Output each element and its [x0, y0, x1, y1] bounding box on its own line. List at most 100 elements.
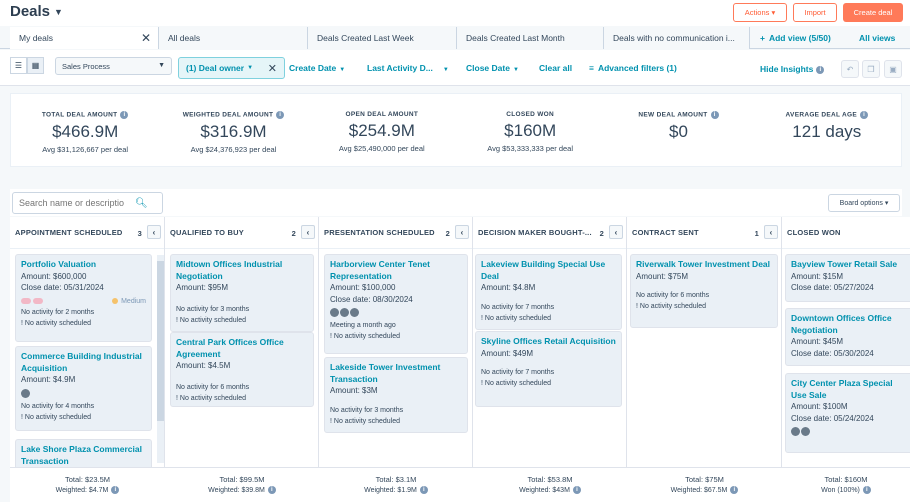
close-date-label: Close date:	[21, 283, 62, 292]
scrollbar-thumb[interactable]	[157, 261, 164, 421]
close-icon[interactable]: ✕	[268, 62, 277, 75]
deal-card[interactable]: Lake Shore Plaza Commercial Transaction	[15, 439, 152, 467]
list-view-icon[interactable]: ☰	[10, 57, 27, 74]
deal-name[interactable]: City Center Plaza Special Use Sale	[791, 378, 907, 401]
deal-card[interactable]: Riverwalk Tower Investment Deal Amount: …	[630, 254, 778, 328]
total-amount: Total: $75M	[685, 475, 724, 484]
deal-card[interactable]: Skyline Offices Retail Acquisition Amoun…	[475, 331, 622, 407]
activity-note: ! No activity scheduled	[21, 319, 92, 327]
activity-note: ! No activity scheduled	[636, 303, 707, 310]
deal-name[interactable]: Central Park Offices Office Agreement	[176, 337, 308, 360]
collapse-chevron-icon[interactable]: ‹	[147, 225, 161, 239]
hide-insights-button[interactable]: Hide Insights i	[760, 64, 825, 74]
tab-label: Deals Created Last Month	[466, 33, 565, 43]
plus-icon: +	[760, 33, 765, 43]
weighted-amount: Won (100%)	[821, 487, 860, 494]
amount-label: Amount:	[176, 283, 206, 292]
tab-my-deals[interactable]: My deals ✕	[10, 27, 159, 49]
clear-all-link[interactable]: Clear all	[539, 63, 572, 73]
deal-amount: $49M	[513, 348, 534, 358]
tab-all-deals[interactable]: All deals	[159, 27, 308, 49]
info-icon[interactable]: i	[419, 486, 428, 495]
save-icon[interactable]: ▣	[884, 60, 902, 78]
info-icon[interactable]: i	[276, 111, 285, 119]
column-count: 2	[599, 229, 604, 238]
deal-card[interactable]: Commerce Building Industrial Acquisition…	[15, 346, 152, 431]
column-total: Total: $53.8M Weighted: $43M i	[473, 474, 627, 496]
pipeline-board: APPOINTMENT SCHEDULED 3 ‹ Portfolio Valu…	[10, 217, 910, 467]
close-date-filter[interactable]: Close Date ▼	[466, 63, 519, 73]
info-icon[interactable]: i	[120, 111, 129, 119]
all-views-link[interactable]: All views	[859, 27, 895, 49]
deal-amount: $100,000	[362, 283, 396, 292]
deal-card[interactable]: Bayview Tower Retail Sale Amount: $15M C…	[785, 254, 910, 302]
info-icon[interactable]: i	[730, 486, 739, 495]
deal-name[interactable]: Downtown Offices Office Negotiation	[791, 313, 907, 336]
deal-card[interactable]: Lakeside Tower Investment Transaction Am…	[324, 357, 468, 433]
deal-name[interactable]: Bayview Tower Retail Sale	[791, 259, 907, 271]
deal-card[interactable]: Portfolio Valuation Amount: $600,000 Clo…	[15, 254, 152, 342]
activity-note: No activity for 6 months	[636, 292, 710, 299]
collapse-chevron-icon[interactable]: ‹	[301, 225, 315, 239]
weighted-amount: Weighted: $39.8M	[208, 487, 265, 494]
activity-note: ! No activity scheduled	[330, 417, 401, 425]
actions-button[interactable]: Actions ▾	[733, 3, 787, 22]
deal-amount: $3M	[362, 386, 378, 395]
deal-name[interactable]: Lake Shore Plaza Commercial Transaction	[21, 444, 146, 467]
page-title[interactable]: Deals ▼	[10, 3, 63, 20]
pipeline-select[interactable]: Sales Process ▼	[55, 57, 172, 75]
info-icon[interactable]: i	[572, 486, 581, 495]
info-icon[interactable]: i	[111, 486, 120, 495]
last-activity-filter[interactable]: Last Activity D... ▼	[367, 63, 449, 73]
search-input[interactable]	[13, 198, 135, 208]
tab-deals-created-last-week[interactable]: Deals Created Last Week	[308, 27, 457, 49]
deal-name[interactable]: Portfolio Valuation	[21, 259, 146, 271]
column-title: PRESENTATION SCHEDULED	[324, 228, 435, 237]
activity-note: No activity for 4 months	[21, 402, 95, 410]
add-view-button[interactable]: + Add view (5/50)	[760, 27, 831, 49]
deal-name[interactable]: Lakeside Tower Investment Transaction	[330, 362, 462, 385]
column-scrollbar[interactable]	[157, 255, 164, 463]
deal-name[interactable]: Midtown Offices Industrial Negotiation	[176, 259, 308, 282]
create-date-filter[interactable]: Create Date ▼	[289, 63, 345, 73]
collapse-chevron-icon[interactable]: ‹	[764, 225, 778, 239]
deal-card[interactable]: Central Park Offices Office Agreement Am…	[170, 332, 314, 407]
view-tabs: My deals ✕ All deals Deals Created Last …	[0, 27, 910, 49]
deal-card[interactable]: Downtown Offices Office Negotiation Amou…	[785, 308, 910, 366]
collapse-chevron-icon[interactable]: ‹	[609, 225, 623, 239]
tab-deals-no-communication[interactable]: Deals with no communication i...	[604, 27, 750, 49]
import-button[interactable]: Import	[793, 3, 837, 22]
deal-name[interactable]: Harborview Center Tenet Representation	[330, 259, 462, 282]
info-icon[interactable]: i	[267, 486, 276, 495]
amount-label: Amount:	[176, 361, 206, 370]
close-date-label: Close date:	[791, 283, 832, 292]
chevron-down-icon: ▼	[54, 6, 63, 17]
column-count: 2	[291, 229, 296, 238]
deal-card[interactable]: City Center Plaza Special Use Sale Amoun…	[785, 373, 910, 453]
deal-name[interactable]: Riverwalk Tower Investment Deal	[636, 259, 772, 271]
deal-owner-filter[interactable]: (1) Deal owner ▼ ✕	[178, 57, 285, 79]
tab-deals-created-last-month[interactable]: Deals Created Last Month	[457, 27, 604, 49]
metric-value: $0	[669, 122, 688, 141]
info-icon[interactable]: i	[862, 486, 871, 495]
info-icon[interactable]: i	[860, 111, 869, 119]
deal-card[interactable]: Midtown Offices Industrial Negotiation A…	[170, 254, 314, 332]
advanced-filters-button[interactable]: ≡ Advanced filters (1)	[589, 63, 677, 73]
info-icon[interactable]: i	[710, 111, 719, 119]
deal-card[interactable]: Harborview Center Tenet Representation A…	[324, 254, 468, 354]
board-view-icon[interactable]: ▦	[27, 57, 44, 74]
close-date-label: Close date:	[330, 294, 371, 304]
collapse-chevron-icon[interactable]: ‹	[455, 225, 469, 239]
deal-name[interactable]: Commerce Building Industrial Acquisition	[21, 351, 146, 374]
board-options-button[interactable]: Board options ▾	[828, 194, 900, 212]
deal-name[interactable]: Lakeview Building Special Use Deal	[481, 259, 616, 282]
create-deal-button[interactable]: Create deal	[843, 3, 903, 22]
search-icon[interactable]: 🔍︎	[135, 198, 148, 209]
deal-name[interactable]: Skyline Offices Retail Acquisition	[481, 336, 616, 348]
info-icon: i	[816, 65, 825, 74]
deal-card[interactable]: Lakeview Building Special Use Deal Amoun…	[475, 254, 622, 330]
deal-amount: $600,000	[53, 271, 87, 281]
copy-icon[interactable]: ❐	[862, 60, 880, 78]
undo-icon[interactable]: ↶	[841, 60, 859, 78]
close-icon[interactable]: ✕	[141, 31, 151, 45]
